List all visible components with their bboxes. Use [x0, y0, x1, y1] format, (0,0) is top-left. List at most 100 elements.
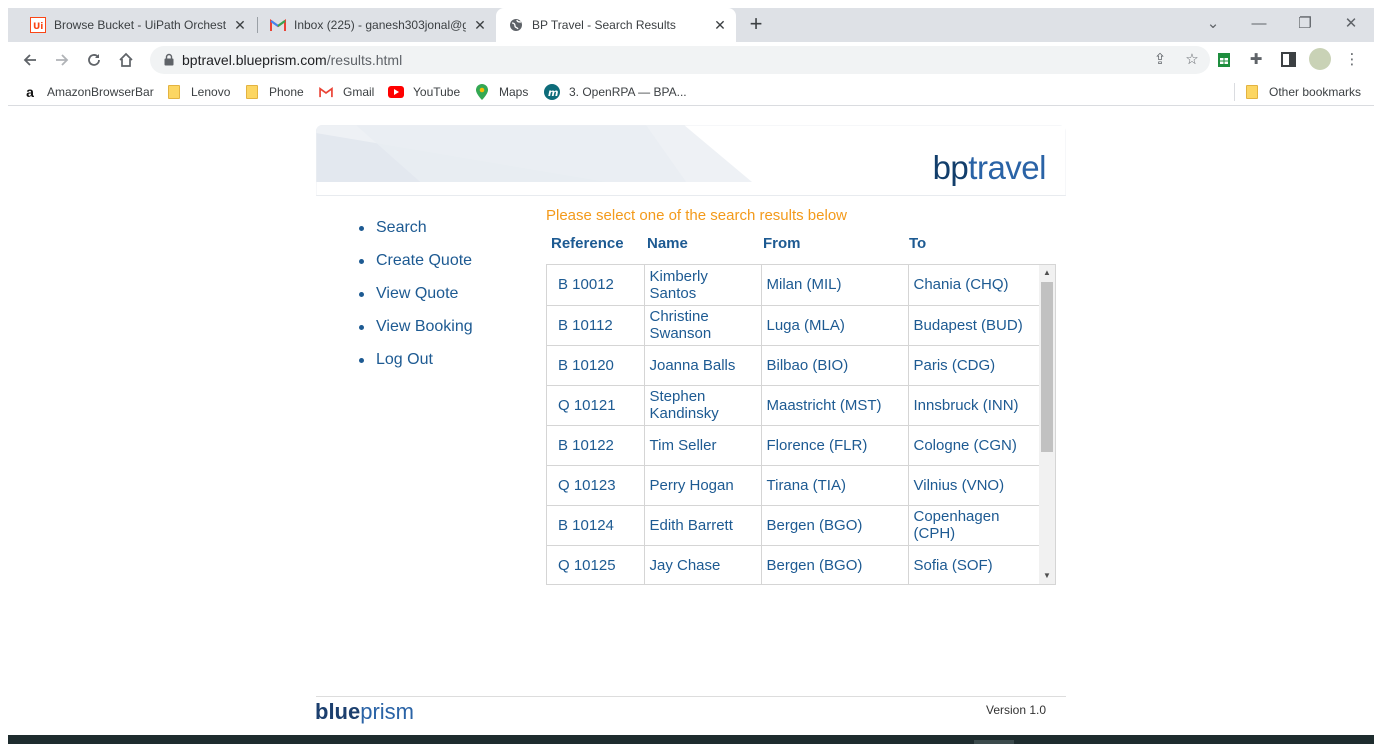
restore-icon[interactable]: ❐ — [1290, 10, 1320, 38]
nav-view-quote[interactable]: View Quote — [358, 283, 473, 316]
table-row[interactable]: Q 10125 Jay Chase Bergen (BGO) Sofia (SOF) — [547, 545, 1040, 584]
nav-search[interactable]: Search — [358, 217, 473, 250]
table-row[interactable]: B 10124 Edith Barrett Bergen (BGO) Copenhag… — [547, 505, 1040, 546]
cell-name[interactable]: Tim Seller — [644, 425, 762, 466]
menu-icon[interactable]: ⋮ — [1342, 50, 1362, 70]
bookmark-lenovo[interactable]: Lenovo — [166, 83, 230, 101]
tab-uipath[interactable]: Ui Browse Bucket - UiPath Orchestrator ✕ — [18, 8, 256, 42]
home-icon[interactable] — [114, 48, 138, 72]
star-icon[interactable]: ☆ — [1182, 50, 1202, 70]
folder-icon — [244, 84, 260, 100]
side-navigation: Search Create Quote View Quote View Book… — [358, 217, 473, 382]
column-header-name: Name — [647, 235, 688, 252]
reload-icon[interactable] — [82, 48, 106, 72]
cell-from[interactable]: Tirana (TIA) — [761, 465, 909, 506]
cell-from[interactable]: Florence (FLR) — [761, 425, 909, 466]
sheets-extension-icon[interactable] — [1214, 50, 1234, 70]
cell-from[interactable]: Bergen (BGO) — [761, 505, 909, 546]
close-icon[interactable]: ✕ — [232, 17, 248, 33]
results-grid[interactable]: B 10012 Kimberly Santos Milan (MIL) Chania … — [546, 264, 1056, 585]
logo-part: blue — [315, 699, 361, 724]
nav-view-booking[interactable]: View Booking — [358, 316, 473, 349]
table-row[interactable]: Q 10121 Stephen Kandinsky Maastricht (MST)… — [547, 385, 1040, 426]
cell-to[interactable]: Copenhagen (CPH) — [908, 505, 1040, 546]
share-icon[interactable]: ⇪ — [1150, 50, 1170, 70]
cell-name[interactable]: Jay Chase — [644, 545, 762, 584]
cell-reference[interactable]: B 10012 — [547, 265, 645, 306]
cell-reference[interactable]: B 10122 — [547, 425, 645, 466]
bookmark-label: Gmail — [343, 85, 375, 99]
cell-reference[interactable]: Q 10125 — [547, 545, 645, 584]
url-path: /results.html — [326, 52, 403, 68]
side-panel-icon[interactable] — [1278, 50, 1298, 70]
cell-to[interactable]: Innsbruck (INN) — [908, 385, 1040, 426]
nav-create-quote[interactable]: Create Quote — [358, 250, 473, 283]
tab-search-icon[interactable]: ⌄ — [1198, 10, 1228, 38]
cell-from[interactable]: Bergen (BGO) — [761, 545, 909, 584]
taskbar-item[interactable] — [974, 740, 1014, 744]
cell-to[interactable]: Paris (CDG) — [908, 345, 1040, 386]
bookmark-other[interactable]: Other bookmarks — [1244, 83, 1361, 101]
youtube-icon — [388, 84, 404, 100]
close-icon[interactable]: ✕ — [472, 17, 488, 33]
cell-from[interactable]: Milan (MIL) — [761, 265, 909, 306]
avatar[interactable] — [1309, 48, 1331, 70]
cell-name[interactable]: Perry Hogan — [644, 465, 762, 506]
cell-to[interactable]: Vilnius (VNO) — [908, 465, 1040, 506]
bookmark-gmail[interactable]: Gmail — [318, 83, 374, 101]
extensions-icon[interactable]: ✚ — [1246, 50, 1266, 70]
cell-from[interactable]: Luga (MLA) — [761, 305, 909, 346]
bookmark-openrpa[interactable]: m 3. OpenRPA — BPA... — [544, 83, 687, 101]
column-header-to: To — [909, 235, 927, 252]
tab-gmail[interactable]: Inbox (225) - ganesh303jonal@gmail.com ✕ — [258, 8, 496, 42]
table-row[interactable]: B 10120 Joanna Balls Bilbao (BIO) Paris (CD… — [547, 345, 1040, 386]
scroll-down-icon[interactable]: ▼ — [1039, 568, 1055, 584]
scroll-up-icon[interactable]: ▲ — [1039, 265, 1055, 281]
cell-name[interactable]: Stephen Kandinsky — [644, 385, 762, 426]
minimize-icon[interactable]: — — [1244, 10, 1274, 38]
url-text: bptravel.blueprism.com/results.html — [182, 46, 402, 74]
back-icon[interactable] — [18, 48, 42, 72]
cell-from[interactable]: Bilbao (BIO) — [761, 345, 909, 386]
cell-name[interactable]: Joanna Balls — [644, 345, 762, 386]
table-row[interactable]: B 10012 Kimberly Santos Milan (MIL) Chania … — [547, 265, 1040, 306]
gmail-icon — [318, 84, 334, 100]
site-header: bptravel — [316, 125, 1066, 196]
bookmark-phone[interactable]: Phone — [244, 83, 304, 101]
bookmark-amazon[interactable]: a AmazonBrowserBar — [22, 83, 154, 101]
forward-icon[interactable] — [50, 48, 74, 72]
cell-to[interactable]: Chania (CHQ) — [908, 265, 1040, 306]
tab-bp-travel[interactable]: BP Travel - Search Results ✕ — [496, 8, 736, 42]
amazon-icon: a — [26, 84, 34, 100]
table-row[interactable]: B 10122 Tim Seller Florence (FLR) Cologne (… — [547, 425, 1040, 466]
cell-reference[interactable]: Q 10123 — [547, 465, 645, 506]
cell-to[interactable]: Sofia (SOF) — [908, 545, 1040, 584]
cell-to[interactable]: Budapest (BUD) — [908, 305, 1040, 346]
os-taskbar — [8, 735, 1374, 744]
nav-log-out[interactable]: Log Out — [358, 349, 473, 382]
bookmark-label: 3. OpenRPA — BPA... — [569, 85, 687, 99]
new-tab-button[interactable]: + — [744, 13, 768, 37]
cell-reference[interactable]: Q 10121 — [547, 385, 645, 426]
table-row[interactable]: B 10112 Christine Swanson Luga (MLA) Budape… — [547, 305, 1040, 346]
cell-reference[interactable]: B 10120 — [547, 345, 645, 386]
bookmark-youtube[interactable]: YouTube — [388, 83, 460, 101]
cell-name[interactable]: Kimberly Santos — [644, 265, 762, 306]
cell-name[interactable]: Christine Swanson — [644, 305, 762, 346]
cell-to[interactable]: Cologne (CGN) — [908, 425, 1040, 466]
tab-title: BP Travel - Search Results — [532, 18, 676, 32]
cell-from[interactable]: Maastricht (MST) — [761, 385, 909, 426]
close-window-icon[interactable]: ✕ — [1336, 10, 1366, 38]
table-row[interactable]: Q 10123 Perry Hogan Tirana (TIA) Vilnius (V… — [547, 465, 1040, 506]
cell-name[interactable]: Edith Barrett — [644, 505, 762, 546]
scrollbar-thumb[interactable] — [1041, 282, 1053, 452]
page-content: bptravel Search Create Quote View Quote … — [0, 107, 1382, 735]
address-bar[interactable]: bptravel.blueprism.com/results.html ⇪ ☆ — [150, 46, 1210, 74]
bookmark-label: Lenovo — [191, 85, 231, 99]
bookmark-maps[interactable]: Maps — [474, 83, 528, 101]
vertical-scrollbar[interactable]: ▲ ▼ — [1039, 265, 1055, 584]
footer-divider — [316, 696, 1066, 697]
cell-reference[interactable]: B 10112 — [547, 305, 645, 346]
close-icon[interactable]: ✕ — [712, 17, 728, 33]
cell-reference[interactable]: B 10124 — [547, 505, 645, 546]
